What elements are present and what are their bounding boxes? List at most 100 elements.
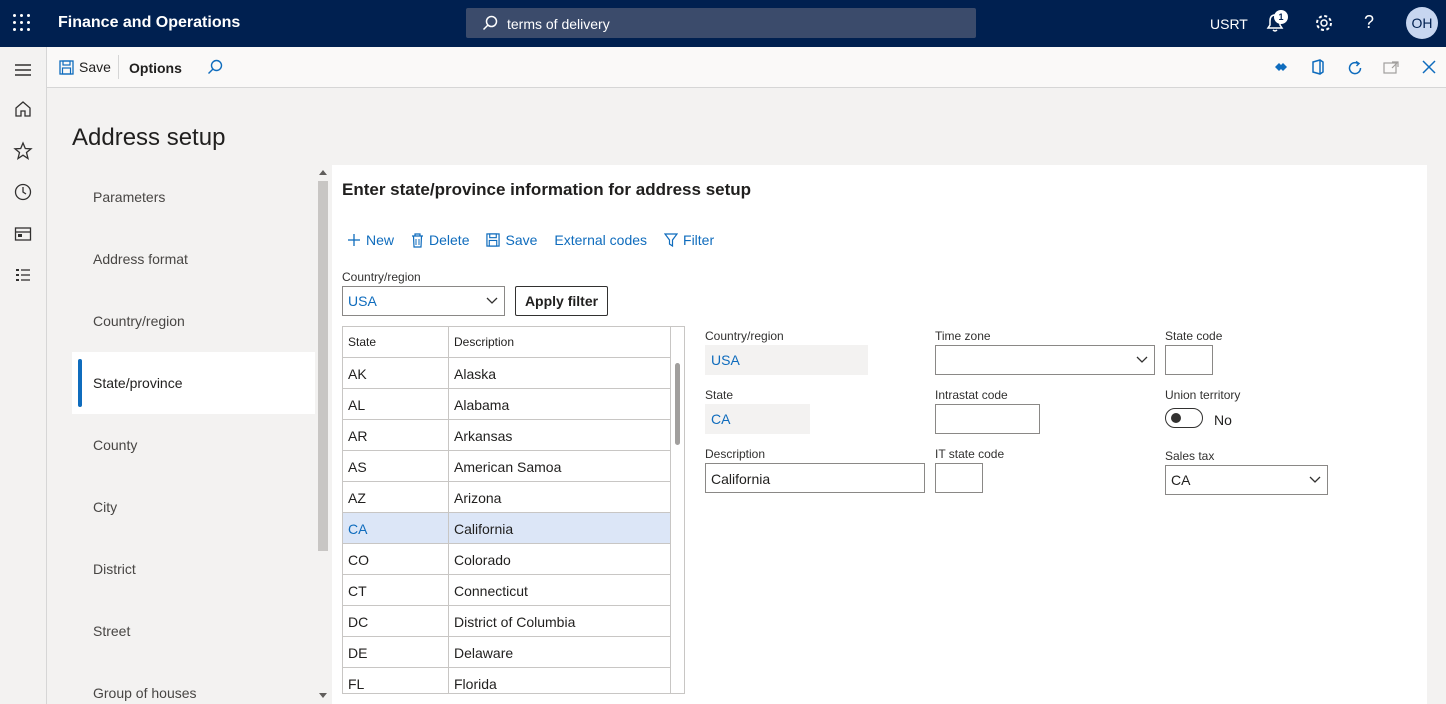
- options-tab[interactable]: Options: [129, 60, 182, 76]
- office-icon[interactable]: [1310, 59, 1326, 75]
- sales-tax-select[interactable]: CA: [1165, 465, 1328, 495]
- open-new-window-icon[interactable]: [1383, 59, 1400, 75]
- action-pane: Save Options: [47, 47, 1446, 88]
- country-filter-label: Country/region: [342, 270, 421, 284]
- search-icon[interactable]: [207, 59, 223, 75]
- divider: [118, 55, 119, 79]
- external-codes-button[interactable]: External codes: [554, 232, 647, 248]
- nav-scrollbar-thumb[interactable]: [318, 181, 328, 551]
- column-header-description[interactable]: Description: [454, 335, 514, 349]
- time-zone-label: Time zone: [935, 329, 991, 343]
- gear-icon[interactable]: [1314, 13, 1334, 33]
- description-input[interactable]: California: [705, 463, 925, 493]
- cell-description: Alabama: [454, 397, 510, 413]
- delete-button[interactable]: Delete: [411, 232, 469, 248]
- nav-item-city[interactable]: City: [72, 476, 315, 538]
- scroll-up-icon[interactable]: [319, 169, 327, 175]
- scroll-down-icon[interactable]: [319, 693, 327, 699]
- state-code-input[interactable]: [1165, 345, 1213, 375]
- cell-state: AS: [348, 459, 367, 475]
- help-icon[interactable]: ?: [1364, 12, 1374, 33]
- nav-item-county[interactable]: County: [72, 414, 315, 476]
- nav-item-group-of-houses[interactable]: Group of houses: [72, 662, 315, 704]
- hamburger-menu-icon[interactable]: [13, 60, 33, 80]
- grid-save-label: Save: [505, 232, 538, 248]
- filter-button[interactable]: Filter: [664, 232, 714, 248]
- apply-filter-button[interactable]: Apply filter: [515, 286, 608, 316]
- app-launcher-icon[interactable]: [12, 13, 32, 33]
- country-filter-select[interactable]: USA: [342, 286, 505, 316]
- avatar[interactable]: OH: [1406, 7, 1438, 39]
- grid-toolbar: New Delete Save External codes Filter: [347, 232, 714, 248]
- nav-item-street[interactable]: Street: [72, 600, 315, 662]
- nav-item-state-province[interactable]: State/province: [72, 352, 315, 414]
- column-divider[interactable]: [448, 327, 449, 693]
- home-icon[interactable]: [13, 99, 33, 119]
- cell-state: AK: [348, 366, 367, 382]
- cell-description: District of Columbia: [454, 614, 576, 630]
- column-header-state[interactable]: State: [348, 335, 376, 349]
- state-province-panel: Enter state/province information for add…: [332, 165, 1427, 704]
- table-row[interactable]: DE Delaware: [343, 637, 670, 668]
- cell-description: Florida: [454, 676, 497, 692]
- grid-save-button[interactable]: Save: [486, 232, 537, 248]
- cell-state: DE: [348, 645, 368, 661]
- state-field: CA: [705, 404, 810, 434]
- state-grid: State Description AK Alaska AL Alabama AR A…: [342, 326, 685, 694]
- table-row[interactable]: AK Alaska: [343, 358, 670, 389]
- grid-header: State Description: [343, 327, 670, 358]
- modules-list-icon[interactable]: [13, 265, 33, 285]
- country-filter-value: USA: [348, 293, 377, 309]
- favorites-star-icon[interactable]: [13, 141, 33, 161]
- global-search-input[interactable]: terms of delivery: [466, 8, 976, 38]
- table-row[interactable]: CO Colorado: [343, 544, 670, 575]
- country-region-value: USA: [711, 352, 740, 368]
- state-value: CA: [711, 411, 731, 427]
- it-state-code-label: IT state code: [935, 447, 1005, 461]
- nav-item-district[interactable]: District: [72, 538, 315, 600]
- save-icon: [59, 59, 74, 75]
- intrastat-code-input[interactable]: [935, 404, 1040, 434]
- power-apps-icon[interactable]: [1273, 59, 1289, 75]
- notification-badge: 1: [1274, 10, 1288, 24]
- global-search-text: terms of delivery: [507, 16, 610, 32]
- table-row[interactable]: CT Connecticut: [343, 575, 670, 606]
- filter-icon: [664, 233, 679, 247]
- nav-scrollbar[interactable]: [316, 165, 330, 704]
- save-icon: [486, 233, 501, 247]
- chevron-down-icon: [486, 297, 498, 304]
- grid-scrollbar-thumb[interactable]: [675, 363, 680, 445]
- table-row[interactable]: AL Alabama: [343, 389, 670, 420]
- it-state-code-input[interactable]: [935, 463, 983, 493]
- close-icon[interactable]: [1421, 59, 1437, 75]
- cell-state: CT: [348, 583, 367, 599]
- nav-item-address-format[interactable]: Address format: [72, 228, 315, 290]
- cell-state: FL: [348, 676, 365, 692]
- nav-item-parameters[interactable]: Parameters: [72, 166, 315, 228]
- table-row[interactable]: AZ Arizona: [343, 482, 670, 513]
- cell-description: Alaska: [454, 366, 497, 382]
- table-row[interactable]: FL Florida: [343, 668, 670, 693]
- time-zone-select[interactable]: [935, 345, 1155, 375]
- cell-state: AL: [348, 397, 366, 413]
- nav-item-country-region[interactable]: Country/region: [72, 290, 315, 352]
- app-title[interactable]: Finance and Operations: [58, 14, 240, 32]
- union-territory-label: Union territory: [1165, 388, 1241, 402]
- cell-description: Colorado: [454, 552, 511, 568]
- grid-scroll-track-divider: [670, 327, 671, 693]
- union-territory-toggle[interactable]: [1165, 408, 1203, 428]
- table-row[interactable]: AS American Samoa: [343, 451, 670, 482]
- table-row-selected[interactable]: CA California: [343, 513, 670, 544]
- new-button[interactable]: New: [347, 232, 394, 248]
- company-picker[interactable]: USRT: [1210, 16, 1248, 32]
- table-row[interactable]: DC District of Columbia: [343, 606, 670, 637]
- chevron-down-icon: [1309, 476, 1321, 483]
- workspaces-icon[interactable]: [13, 224, 33, 244]
- refresh-icon[interactable]: [1346, 59, 1364, 77]
- filter-label: Filter: [683, 232, 715, 248]
- sales-tax-value: CA: [1171, 472, 1191, 488]
- cell-description: California: [454, 521, 514, 537]
- recent-clock-icon[interactable]: [13, 182, 33, 202]
- table-row[interactable]: AR Arkansas: [343, 420, 670, 451]
- save-button[interactable]: Save: [59, 59, 111, 75]
